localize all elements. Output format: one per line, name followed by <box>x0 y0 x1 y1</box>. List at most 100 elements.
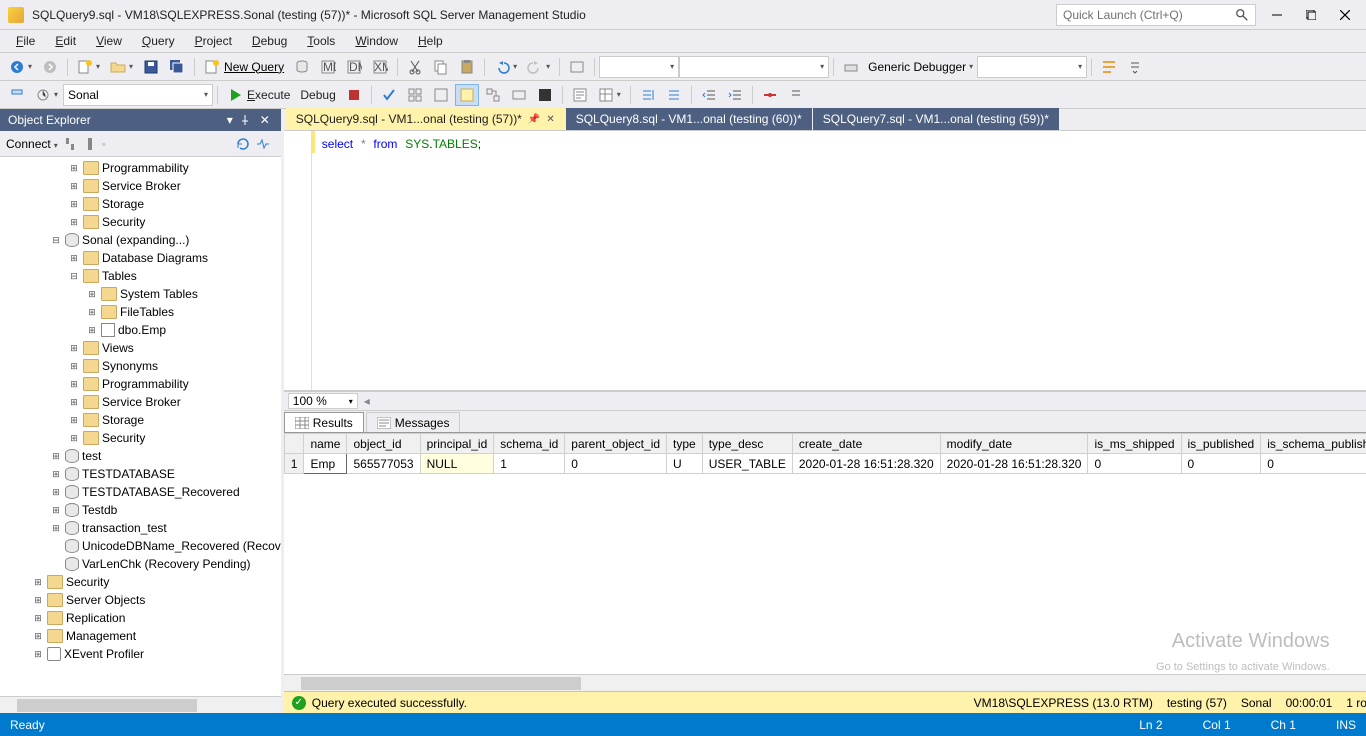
cell[interactable]: 2020-01-28 16:51:28.320 <box>792 454 940 474</box>
pin-icon[interactable] <box>237 112 253 128</box>
tree-node[interactable]: ⊞test <box>0 447 281 465</box>
col-header[interactable]: schema_id <box>494 434 565 454</box>
tree-node[interactable]: UnicodeDBName_Recovered (Recov <box>0 537 281 555</box>
tree-node[interactable]: ⊞FileTables <box>0 303 281 321</box>
new-button[interactable] <box>73 56 104 78</box>
tree-node-tables[interactable]: ⊟Tables <box>0 267 281 285</box>
tree-node[interactable]: ⊞Storage <box>0 195 281 213</box>
uncomment-button[interactable] <box>662 84 686 106</box>
display-plan-button[interactable] <box>403 84 427 106</box>
tree-node[interactable]: ⊞XEvent Profiler <box>0 645 281 663</box>
solution-platforms-combo[interactable]: ▾ <box>679 56 829 78</box>
tree-node[interactable]: ⊞Storage <box>0 411 281 429</box>
col-header[interactable]: parent_object_id <box>565 434 667 454</box>
specify-values-button[interactable] <box>758 84 782 106</box>
oe-horizontal-scrollbar[interactable] <box>0 696 281 713</box>
tree-node[interactable]: ⊞Service Broker <box>0 177 281 195</box>
menu-view[interactable]: View <box>86 32 132 50</box>
col-header[interactable]: type <box>667 434 703 454</box>
query-options-button[interactable] <box>429 84 453 106</box>
object-explorer-tree[interactable]: ⊞Programmability ⊞Service Broker ⊞Storag… <box>0 157 281 696</box>
include-actual-plan-button[interactable] <box>455 84 479 106</box>
tab-sqlquery9[interactable]: SQLQuery9.sql - VM1...onal (testing (57)… <box>286 108 565 130</box>
overflow-button[interactable] <box>1123 56 1147 78</box>
cell[interactable]: USER_TABLE <box>702 454 792 474</box>
solution-configurations-button[interactable] <box>565 56 589 78</box>
nav-forward-button[interactable] <box>38 56 62 78</box>
results-to-text-button[interactable] <box>568 84 592 106</box>
connect-button[interactable]: Connect <box>6 137 58 151</box>
stop-button[interactable] <box>82 136 98 152</box>
tree-node[interactable]: ⊞TESTDATABASE <box>0 465 281 483</box>
debug-target-combo[interactable]: ▾ <box>977 56 1087 78</box>
tree-node-db-sonal[interactable]: ⊟Sonal (expanding...) <box>0 231 281 249</box>
cell[interactable]: Emp <box>304 454 347 474</box>
menu-tools[interactable]: Tools <box>297 32 345 50</box>
filter-button[interactable]: ▪ <box>102 137 106 151</box>
cut-button[interactable] <box>403 56 427 78</box>
analysis-services-mdx-button[interactable]: MDX <box>316 56 340 78</box>
rownum-header[interactable] <box>284 434 304 454</box>
tree-node[interactable]: ⊞Security <box>0 213 281 231</box>
tree-node[interactable]: ⊞Server Objects <box>0 591 281 609</box>
database-combo[interactable]: Sonal▾ <box>63 84 213 106</box>
cell[interactable]: 0 <box>1261 454 1366 474</box>
change-connection-button[interactable] <box>31 84 62 106</box>
col-header[interactable]: name <box>304 434 347 454</box>
paste-button[interactable] <box>455 56 479 78</box>
col-header[interactable]: object_id <box>347 434 420 454</box>
cell[interactable]: 0 <box>565 454 667 474</box>
tree-node[interactable]: ⊞Management <box>0 627 281 645</box>
hscroll-left[interactable]: ◂ <box>364 394 370 408</box>
generic-debugger-combo[interactable]: Generic Debugger <box>864 56 977 78</box>
menu-file[interactable]: File <box>6 32 45 50</box>
col-header[interactable]: create_date <box>792 434 940 454</box>
col-header[interactable]: is_ms_shipped <box>1088 434 1181 454</box>
cell[interactable]: 2020-01-28 16:51:28.320 <box>940 454 1088 474</box>
undo-button[interactable] <box>490 56 521 78</box>
close-button[interactable] <box>1332 4 1358 26</box>
row-number[interactable]: 1 <box>284 454 304 474</box>
object-explorer-titlebar[interactable]: Object Explorer ▾ ✕ <box>0 109 281 131</box>
tab-sqlquery7[interactable]: SQLQuery7.sql - VM1...onal (testing (59)… <box>813 108 1059 130</box>
sql-editor[interactable]: select * from SYS.TABLES; <box>284 131 1366 391</box>
include-client-stats-button[interactable] <box>507 84 531 106</box>
tree-node[interactable]: ⊞Replication <box>0 609 281 627</box>
minimize-button[interactable] <box>1264 4 1290 26</box>
tree-node-dbo-emp[interactable]: ⊞dbo.Emp <box>0 321 281 339</box>
col-header[interactable]: modify_date <box>940 434 1088 454</box>
tree-node[interactable]: ⊞Security <box>0 573 281 591</box>
solution-configurations-combo[interactable]: ▾ <box>599 56 679 78</box>
grid-horizontal-scrollbar[interactable] <box>284 674 1366 691</box>
col-header[interactable]: principal_id <box>420 434 494 454</box>
debug-button[interactable]: Debug <box>296 84 339 106</box>
disconnect-button[interactable] <box>62 136 78 152</box>
tree-node[interactable]: VarLenChk (Recovery Pending) <box>0 555 281 573</box>
parse-button[interactable] <box>377 84 401 106</box>
save-all-button[interactable] <box>165 56 189 78</box>
tree-node[interactable]: ⊞Testdb <box>0 501 281 519</box>
pin-icon[interactable]: 📌 <box>528 114 540 125</box>
analysis-services-dmx-button[interactable]: DMX <box>342 56 366 78</box>
tree-node[interactable]: ⊞Service Broker <box>0 393 281 411</box>
results-to-grid-button[interactable] <box>594 84 625 106</box>
menu-window[interactable]: Window <box>345 32 408 50</box>
close-panel-icon[interactable]: ✕ <box>257 112 273 128</box>
tree-node[interactable]: ⊞Views <box>0 339 281 357</box>
sqlcmd-mode-button[interactable] <box>533 84 557 106</box>
menu-help[interactable]: Help <box>408 32 453 50</box>
results-tab[interactable]: Results <box>284 412 364 432</box>
analysis-services-xmla-button[interactable]: XMLA <box>368 56 392 78</box>
menu-edit[interactable]: Edit <box>45 32 86 50</box>
tab-sqlquery8[interactable]: SQLQuery8.sql - VM1...onal (testing (60)… <box>566 108 812 130</box>
copy-button[interactable] <box>429 56 453 78</box>
menu-project[interactable]: Project <box>185 32 242 50</box>
zoom-combo[interactable]: 100 %▾ <box>288 393 358 409</box>
table-row[interactable]: 1 Emp 565577053 NULL 1 0 U USER_TABLE 20… <box>284 454 1366 474</box>
tree-node[interactable]: ⊞Security <box>0 429 281 447</box>
editor-content[interactable]: select * from SYS.TABLES; <box>312 131 1366 390</box>
tree-node[interactable]: ⊞Database Diagrams <box>0 249 281 267</box>
tree-node[interactable]: ⊞Programmability <box>0 375 281 393</box>
tree-node[interactable]: ⊞TESTDATABASE_Recovered <box>0 483 281 501</box>
database-engine-query-button[interactable] <box>290 56 314 78</box>
